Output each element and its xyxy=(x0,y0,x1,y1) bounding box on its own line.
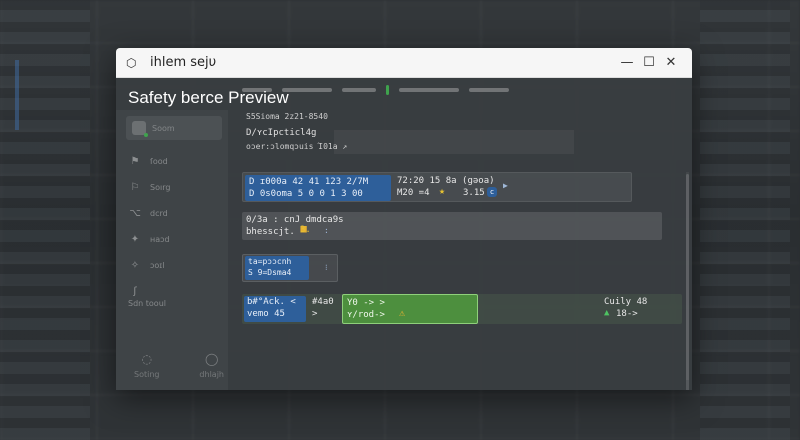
window-title: ihlem ѕejυ xyxy=(150,55,217,70)
sidebar-item-label: dcrd xyxy=(150,208,168,218)
sidebar-item-6[interactable]: ʃ Ѕdn tooul xyxy=(128,286,218,308)
result-row-3[interactable]: ta=pɔɔcnh Ѕ 9=Dsma4 ⁝ xyxy=(242,254,338,282)
avatar xyxy=(132,121,148,137)
row-value: 3.15 xyxy=(463,188,485,198)
badge-value: 3. xyxy=(300,225,311,235)
chip-line: b#°Ack. < xyxy=(247,297,296,307)
scrollbar-thumb[interactable] xyxy=(686,174,689,390)
main-content: Ѕ5Ѕioma 2z21-8540 D/ʏcIpcticl4g oɔer:ɔlo… xyxy=(242,110,692,390)
chip-line: D ɪ000a 42 41 123 2/7M xyxy=(249,177,369,187)
sidebar-footer-label: Ѕoting xyxy=(134,370,160,379)
chip-line: D 0s0oma 5 0 0 1 3 00 xyxy=(249,189,363,199)
close-button[interactable]: ✕ xyxy=(660,55,682,70)
user-name: Ѕoom xyxy=(152,123,175,133)
data-chip-blue-small[interactable]: ta=pɔɔcnh Ѕ 9=Dsma4 xyxy=(245,256,309,280)
row-tag: #4a0 xyxy=(312,297,334,307)
chat-icon: ◌ xyxy=(141,352,152,366)
row-arrow[interactable]: : xyxy=(324,226,329,235)
row-detail: Cuily 48 xyxy=(604,297,648,307)
sidebar-footer-label: dhlajh xyxy=(199,370,224,379)
sidebar-item-label: ɔoɪl xyxy=(150,260,165,270)
meta-panel xyxy=(334,130,574,154)
header-text-bar xyxy=(469,88,509,92)
header-text-bar xyxy=(399,88,459,92)
row-detail: 18-> xyxy=(616,309,638,319)
sidebar-user[interactable]: Ѕoom xyxy=(126,116,222,140)
star-icon: ★ xyxy=(439,186,446,197)
branch-icon: ⌥ xyxy=(129,207,141,219)
sidebar-item-label: ſood xyxy=(150,156,168,166)
sidebar-item-4[interactable]: ✦ ʜaɔd xyxy=(128,230,218,248)
tag-icon: ⚐ xyxy=(130,181,140,193)
data-chip-blue[interactable]: D ɪ000a 42 41 123 2/7M D 0s0oma 5 0 0 1 … xyxy=(245,175,391,201)
node-icon: ✧ xyxy=(130,259,140,271)
grid-icon: ⚑ xyxy=(130,155,140,167)
result-row-1[interactable]: D ɪ000a 42 41 123 2/7M D 0s0oma 5 0 0 1 … xyxy=(242,172,632,202)
maximize-button[interactable]: ☐ xyxy=(638,55,660,70)
cell-line: ʏ/rod-> xyxy=(347,310,385,320)
row-detail: 72:20 15 8a (gǝoa) xyxy=(397,176,495,186)
row-arrow[interactable]: ⁝ xyxy=(325,263,328,272)
shield-icon: ✦ xyxy=(130,233,140,245)
warning-icon: ⚠ xyxy=(399,308,406,319)
status-indicator xyxy=(386,85,389,95)
cell-line: Y0 -> > xyxy=(347,298,385,308)
sidebar-footer-item-2[interactable]: ◯ dhlajh xyxy=(199,352,224,379)
meta-id: Ѕ5Ѕioma 2z21-8540 xyxy=(246,112,328,121)
page-title: Safety berce Preview xyxy=(128,88,289,107)
meta-owner: oɔer:ɔlomqɔuis Ί01a ↗ xyxy=(246,142,348,151)
app-icon: ⬡ xyxy=(126,55,137,70)
header-text-bar xyxy=(282,88,332,92)
hook-icon: ʃ xyxy=(133,286,137,297)
row-line: bhesscjt. xyxy=(246,227,295,237)
sidebar-item-label: Ѕdn tooul xyxy=(128,299,166,308)
sidebar: Ѕoom ⚑ ſood ⚐ Ѕoırg ⌥ dcrd ✦ ʜaɔd ✧ ɔoɪl… xyxy=(116,110,228,390)
sidebar-item-3[interactable]: ⌥ dcrd xyxy=(128,204,218,222)
info-icon: c xyxy=(487,187,497,197)
chip-line: ta=pɔɔcnh xyxy=(248,257,292,266)
preview-window: ⬡ ihlem ѕejυ — ☐ ✕ Safety berce Preview … xyxy=(116,48,692,390)
sidebar-item-label: Ѕoırg xyxy=(150,182,171,192)
sidebar-item-label: ʜaɔd xyxy=(150,234,170,244)
selected-cell[interactable]: Y0 -> > ʏ/rod-> ⚠ xyxy=(342,294,478,324)
row-detail-2: M20 =4 xyxy=(397,188,430,198)
meta-path: D/ʏcIpcticl4g xyxy=(246,128,317,138)
expand-arrow-icon[interactable]: ▶ xyxy=(503,181,508,190)
data-chip-blue[interactable]: b#°Ack. < vemo 45 xyxy=(244,296,306,322)
background-indicator xyxy=(15,60,19,130)
chat-bubble-icon: ◯ xyxy=(204,352,219,366)
result-row-2[interactable]: 0/3a : cnJ dmdca9s bhesscjt. ⯀ 3. : xyxy=(242,212,662,240)
sidebar-item-1[interactable]: ⚑ ſood xyxy=(128,152,218,170)
header-text-bar xyxy=(342,88,376,92)
sidebar-footer-item-1[interactable]: ◌ Ѕoting xyxy=(134,352,159,379)
chip-line: Ѕ 9=Dsma4 xyxy=(248,268,292,277)
title-bar: ⬡ ihlem ѕejυ — ☐ ✕ xyxy=(116,48,692,78)
sidebar-item-2[interactable]: ⚐ Ѕoırg xyxy=(128,178,218,196)
background-panel-left xyxy=(0,0,90,440)
background-panel-right xyxy=(700,0,790,440)
sidebar-item-5[interactable]: ✧ ɔoɪl xyxy=(128,256,218,274)
row-line: 0/3a : cnJ dmdca9s xyxy=(246,215,344,225)
chip-line: vemo 45 xyxy=(247,309,285,319)
row-tag: > xyxy=(312,309,318,319)
triangle-up-icon: ▲ xyxy=(604,308,610,318)
sidebar-footer: ◌ Ѕoting ◯ dhlajh xyxy=(134,352,224,379)
minimize-button[interactable]: — xyxy=(616,55,638,70)
